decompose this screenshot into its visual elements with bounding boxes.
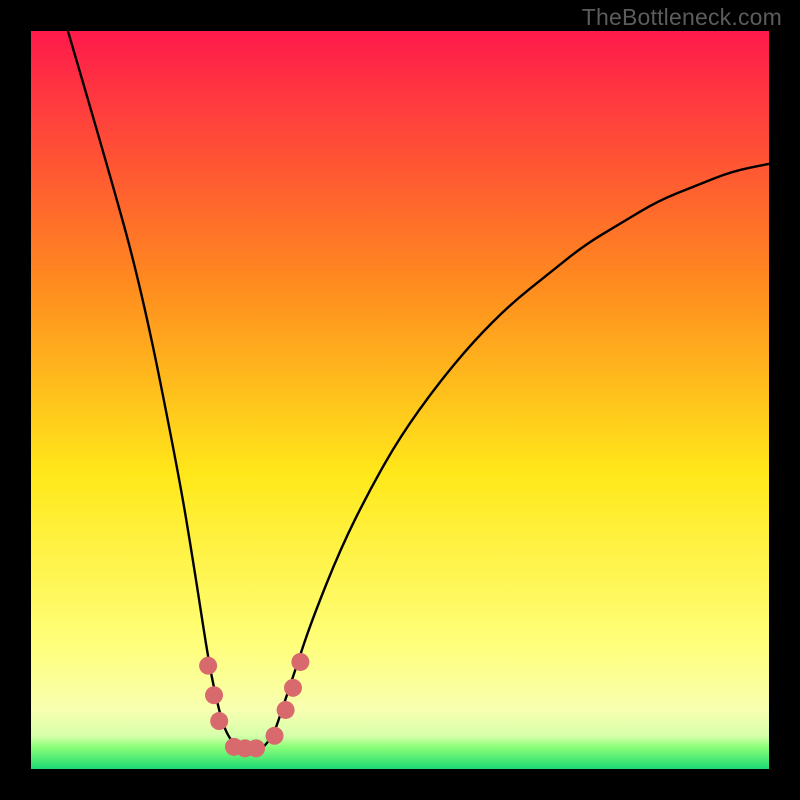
- data-marker: [247, 739, 265, 757]
- watermark-label: TheBottleneck.com: [582, 4, 782, 31]
- gradient-background: [31, 31, 769, 769]
- chart-frame: TheBottleneck.com: [0, 0, 800, 800]
- bottleneck-chart: [31, 31, 769, 769]
- data-marker: [205, 686, 223, 704]
- data-marker: [284, 679, 302, 697]
- data-marker: [291, 653, 309, 671]
- data-marker: [266, 727, 284, 745]
- plot-area: [31, 31, 769, 769]
- data-marker: [277, 701, 295, 719]
- data-marker: [199, 657, 217, 675]
- data-marker: [210, 712, 228, 730]
